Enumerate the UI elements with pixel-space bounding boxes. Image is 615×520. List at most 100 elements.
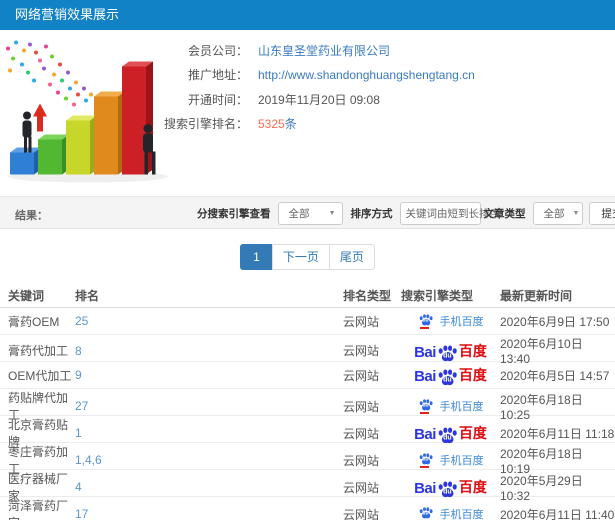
filter-bar: 结果： 分搜索引擎查看 全部 ▼ 排序方式 关键词由短到长排序 ▼ 文章类型 全… [0,196,615,229]
promo-url-row: 推广地址： http://www.shandonghuangshengtang.… [0,63,615,88]
engine-cell: du 手机百度 [401,313,500,329]
keyword-cell: 膏药代加工 [8,344,69,358]
rank-type-cell: 云网站 [343,507,380,520]
baidu-paw-icon: du [418,399,434,414]
engine-view-label: 分搜索引擎查看 [197,207,271,220]
updated-cell: 2020年6月10日 13:40 [500,337,583,366]
col-header-rank-type: 排名类型 [343,288,392,303]
table-body: 膏药OEM 25 云网站 du 手机百度 2020年6月9日 17:50 膏药代… [0,308,615,520]
baidu-paw-icon: du [437,369,458,387]
mobile-baidu-logo: du 手机百度 [418,398,484,414]
updated-cell: 2020年6月11日 11:40 [500,507,615,520]
open-time-value: 2019年11月20日 09:08 [258,92,380,107]
rank-cell: 8 [75,344,343,358]
baidu-paw-icon: du [437,345,458,363]
rank-cell: 1,4,6 [75,453,343,467]
mobile-baidu-logo: du 手机百度 [418,313,484,329]
company-row: 会员公司： 山东皇圣堂药业有限公司 [0,38,615,63]
rank-type-cell: 云网站 [343,314,380,329]
baidu-logo: Bai du 百度 [414,342,487,363]
engine-cell: du 手机百度 [401,398,500,414]
red-bar [419,326,429,329]
page-button-current[interactable]: 1 [240,244,273,270]
baidu-paw-icon: du [418,314,434,329]
col-header-updated: 最新更新时间 [500,288,573,303]
baidu-logo: Bai du 百度 [414,425,487,445]
page-header-bar: 网络营销效果展示 [0,0,615,30]
updated-cell: 2020年6月18日 10:25 [500,392,583,422]
keyword-cell: 菏泽膏药厂家 [8,499,69,520]
table-row: 枣庄膏药加工 1,4,6 云网站 du 手机百度 2020年6月18日 10:1… [0,443,615,476]
rank-link[interactable]: 17 [75,507,88,520]
rank-link[interactable]: 4 [75,480,82,494]
promo-url-label: 推广地址： [187,68,248,83]
engine-cell: du 手机百度 [401,452,500,468]
sort-label: 排序方式 [350,207,393,220]
promo-url-link[interactable]: http://www.shandonghuangshengtang.cn [258,68,475,82]
table-row: 医疗器械厂家 4 云网站 Bai du 百度 2020年5月29日 10:32 [0,470,615,503]
result-label: 结果： [15,210,48,222]
rank-cell: 27 [75,399,343,413]
col-header-engine-type: 搜索引擎类型 [401,288,474,303]
article-type-select[interactable]: 全部 ▼ [532,201,583,225]
baidu-paw-icon: du [437,481,458,499]
rank-type-cell: 云网站 [343,480,380,495]
red-bar [419,465,429,468]
rank-type-cell: 云网站 [343,453,380,468]
engine-cell: Bai du 百度 [401,341,500,361]
rank-cell: 25 [75,314,343,328]
company-label: 会员公司： [187,43,248,58]
rank-link[interactable]: 25 [75,314,88,328]
engine-cell: Bai du 百度 [401,365,500,387]
updated-cell: 2020年6月9日 17:50 [500,314,610,329]
results-table: 关键词 排名 排名类型 搜索引擎类型 最新更新时间 膏药OEM 25 云网站 d… [0,283,615,520]
rank-type-cell: 云网站 [343,426,380,441]
baidu-paw-icon: du [418,453,434,468]
rank-cell: 4 [75,480,343,494]
submit-button[interactable]: 提交 [588,201,615,225]
table-header-row: 关键词 排名 排名类型 搜索引擎类型 最新更新时间 [0,283,615,308]
mobile-baidu-logo: du 手机百度 [418,452,484,468]
table-row: 膏药代加工 8 云网站 Bai du 百度 2020年6月10日 13:40 [0,335,615,366]
last-page-button[interactable]: 尾页 [328,244,375,270]
company-link[interactable]: 山东皇圣堂药业有限公司 [258,42,390,59]
account-info-section: 会员公司： 山东皇圣堂药业有限公司 推广地址： http://www.shand… [0,30,615,196]
engine-cell: du 手机百度 [401,506,500,520]
col-header-rank: 排名 [75,288,100,303]
table-row: 药贴牌代加工 27 云网站 du 手机百度 2020年6月18日 10:25 [0,389,615,422]
mobile-baidu-logo: du 手机百度 [418,506,484,520]
baidu-paw-icon: du [418,507,434,520]
sort-select[interactable]: 关键词由短到长排序 ▼ [399,201,515,225]
chevron-down-icon: ▼ [572,209,580,217]
rank-cell: 17 [75,507,343,520]
next-page-button[interactable]: 下一页 [271,244,330,270]
engine-rank-label: 搜索引擎排名： [163,117,248,132]
updated-cell: 2020年6月11日 11:18 [500,426,615,441]
rank-link[interactable]: 1,4,6 [75,453,102,467]
open-time-label: 开通时间： [187,92,248,107]
baidu-paw-icon: du [437,427,458,445]
table-row: OEM代加工 9 云网站 Bai du 百度 2020年6月5日 14:57 [0,362,615,389]
rank-type-cell: 云网站 [343,344,380,358]
chevron-down-icon: ▼ [328,209,336,217]
article-type-label: 文章类型 [483,207,526,220]
updated-cell: 2020年5月29日 10:32 [500,473,583,503]
keyword-cell: 膏药OEM [8,314,60,329]
rank-link[interactable]: 8 [75,344,82,358]
baidu-logo: Bai du 百度 [414,367,487,387]
table-row: 膏药OEM 25 云网站 du 手机百度 2020年6月9日 17:50 [0,308,615,335]
updated-cell: 2020年6月5日 14:57 [500,368,610,383]
open-time-row: 开通时间： 2019年11月20日 09:08 [0,87,615,112]
rank-link[interactable]: 9 [75,368,82,382]
rank-link[interactable]: 1 [75,426,82,440]
engine-view-select[interactable]: 全部 ▼ [277,201,343,225]
keyword-cell: OEM代加工 [8,368,72,383]
engine-cell: Bai du 百度 [401,423,500,445]
rank-type-cell: 云网站 [343,368,380,383]
rank-cell: 1 [75,426,343,440]
rank-link[interactable]: 27 [75,399,88,413]
page-title: 网络营销效果展示 [15,7,120,22]
engine-rank-count[interactable]: 5325条 [258,115,297,132]
baidu-logo: Bai du 百度 [414,479,487,499]
col-header-keyword: 关键词 [8,288,45,303]
